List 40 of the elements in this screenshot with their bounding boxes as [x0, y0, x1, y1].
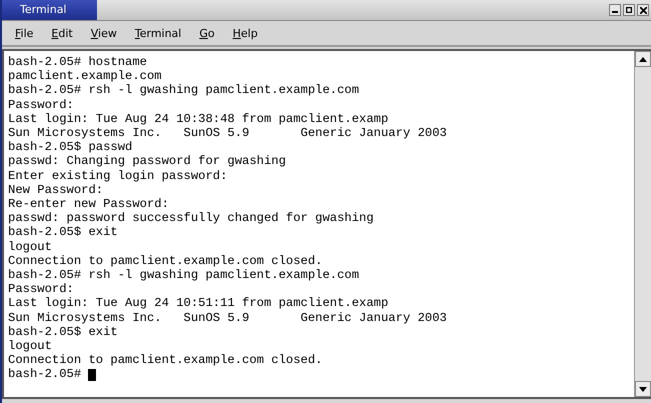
- minimize-button[interactable]: [609, 4, 621, 16]
- scrollbar[interactable]: [634, 51, 651, 397]
- terminal-line: logout: [8, 240, 52, 254]
- scroll-up-button[interactable]: [635, 51, 651, 67]
- menu-item[interactable]: Help: [224, 24, 267, 42]
- terminal-line: Sun Microsystems Inc. SunOS 5.9 Generic January 2003: [8, 310, 447, 325]
- terminal-line: logout: [8, 339, 52, 354]
- close-button[interactable]: [637, 4, 649, 16]
- maximize-icon: [626, 7, 632, 13]
- scroll-down-button[interactable]: [635, 381, 651, 397]
- terminal-line: Last login: Tue Aug 24 10:38:48 from pamclient.examp: [8, 112, 388, 126]
- terminal-line: passwd: Changing password for gwashing: [8, 154, 286, 169]
- down-arrow-icon: [639, 386, 647, 392]
- terminal-line: Re-enter new Password:: [8, 197, 169, 212]
- menu-item[interactable]: File: [6, 24, 42, 42]
- terminal-line: bash-2.05$ passwd: [8, 140, 132, 154]
- terminal-line: bash-2.05# rsh -l gwashing pamclient.example.com: [8, 268, 360, 282]
- terminal-line: Last login: Tue Aug 24 10:51:11 from pamclient.examp: [8, 296, 388, 311]
- terminal-line: passwd: password successfully changed for gwashing: [8, 211, 374, 226]
- menu-item[interactable]: Go: [190, 24, 224, 42]
- terminal-line: Connection to pamclient.example.com closed.: [8, 254, 322, 268]
- up-arrow-icon: [639, 56, 647, 62]
- window-title: Terminal: [2, 0, 96, 20]
- terminal-line: Sun Microsystems Inc. SunOS 5.9 Generic January 2003: [8, 126, 447, 140]
- terminal-line: pamclient.example.com: [8, 69, 162, 84]
- menu-item[interactable]: View: [82, 24, 126, 42]
- terminal-line: Password:: [8, 282, 74, 296]
- terminal-line: Password:: [8, 98, 74, 112]
- terminal-line: bash-2.05$ exit: [8, 324, 118, 340]
- maximize-button[interactable]: [623, 4, 635, 16]
- menu-item[interactable]: Terminal: [126, 24, 190, 42]
- terminal-line: Connection to pamclient.example.com closed.: [8, 353, 322, 368]
- terminal-line: bash-2.05# rsh -l gwashing pamclient.example.com: [8, 83, 360, 98]
- close-icon: [640, 6, 646, 14]
- terminal-line: New Password:: [8, 182, 104, 198]
- terminal-line: bash-2.05#: [8, 367, 82, 382]
- terminal-line: bash-2.05$ exit: [8, 225, 118, 240]
- menu-item[interactable]: Edit: [42, 24, 82, 42]
- terminal-line: bash-2.05# hostname: [8, 55, 147, 70]
- terminal-line: Enter existing login password:: [8, 168, 228, 183]
